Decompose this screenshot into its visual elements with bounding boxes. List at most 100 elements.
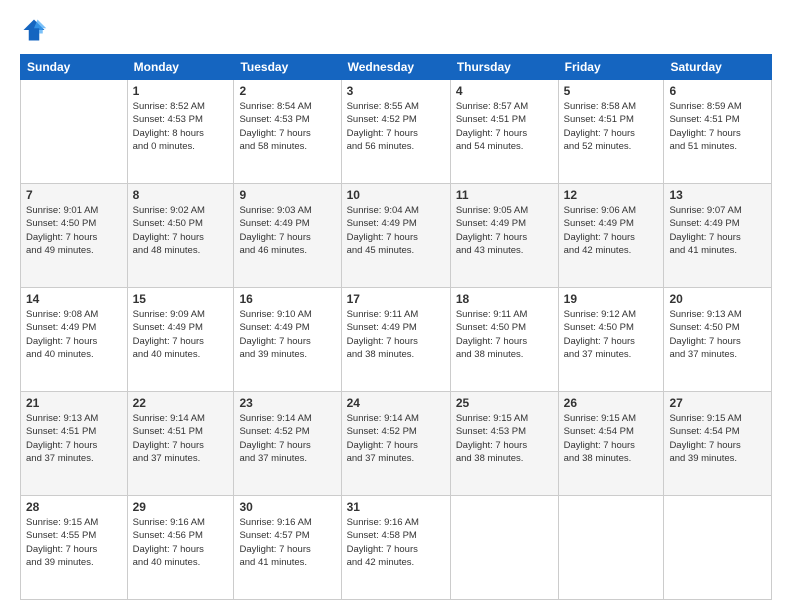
day-number: 17	[347, 292, 445, 306]
day-number: 26	[564, 396, 659, 410]
calendar-day-7: 7 Sunrise: 9:01 AMSunset: 4:50 PMDaylight…	[21, 184, 128, 288]
day-info: Sunrise: 8:58 AMSunset: 4:51 PMDaylight:…	[564, 100, 659, 153]
calendar-day-empty	[558, 496, 664, 600]
calendar-day-18: 18 Sunrise: 9:11 AMSunset: 4:50 PMDayligh…	[450, 288, 558, 392]
calendar-day-10: 10 Sunrise: 9:04 AMSunset: 4:49 PMDayligh…	[341, 184, 450, 288]
calendar-week-row: 1 Sunrise: 8:52 AMSunset: 4:53 PMDaylight…	[21, 80, 772, 184]
day-number: 20	[669, 292, 766, 306]
day-info: Sunrise: 9:13 AMSunset: 4:51 PMDaylight:…	[26, 412, 122, 465]
day-info: Sunrise: 9:16 AMSunset: 4:58 PMDaylight:…	[347, 516, 445, 569]
calendar-day-17: 17 Sunrise: 9:11 AMSunset: 4:49 PMDayligh…	[341, 288, 450, 392]
day-number: 13	[669, 188, 766, 202]
day-info: Sunrise: 9:02 AMSunset: 4:50 PMDaylight:…	[133, 204, 229, 257]
logo-icon	[20, 16, 48, 44]
calendar-week-row: 14 Sunrise: 9:08 AMSunset: 4:49 PMDayligh…	[21, 288, 772, 392]
day-number: 21	[26, 396, 122, 410]
day-number: 23	[239, 396, 335, 410]
day-number: 24	[347, 396, 445, 410]
calendar-day-8: 8 Sunrise: 9:02 AMSunset: 4:50 PMDaylight…	[127, 184, 234, 288]
day-number: 9	[239, 188, 335, 202]
day-info: Sunrise: 9:14 AMSunset: 4:52 PMDaylight:…	[347, 412, 445, 465]
calendar-day-28: 28Sunrise: 9:15 AMSunset: 4:55 PMDayligh…	[21, 496, 128, 600]
weekday-header-tuesday: Tuesday	[234, 55, 341, 80]
calendar-day-26: 26Sunrise: 9:15 AMSunset: 4:54 PMDayligh…	[558, 392, 664, 496]
day-info: Sunrise: 9:15 AMSunset: 4:54 PMDaylight:…	[669, 412, 766, 465]
day-number: 1	[133, 84, 229, 98]
day-info: Sunrise: 9:14 AMSunset: 4:51 PMDaylight:…	[133, 412, 229, 465]
day-info: Sunrise: 9:08 AMSunset: 4:49 PMDaylight:…	[26, 308, 122, 361]
calendar-day-empty	[664, 496, 772, 600]
day-info: Sunrise: 9:14 AMSunset: 4:52 PMDaylight:…	[239, 412, 335, 465]
calendar-day-1: 1 Sunrise: 8:52 AMSunset: 4:53 PMDaylight…	[127, 80, 234, 184]
calendar-day-24: 24 Sunrise: 9:14 AMSunset: 4:52 PMDayligh…	[341, 392, 450, 496]
day-info: Sunrise: 9:11 AMSunset: 4:50 PMDaylight:…	[456, 308, 553, 361]
calendar-day-9: 9Sunrise: 9:03 AMSunset: 4:49 PMDaylight…	[234, 184, 341, 288]
day-info: Sunrise: 9:01 AMSunset: 4:50 PMDaylight:…	[26, 204, 122, 257]
calendar-day-14: 14 Sunrise: 9:08 AMSunset: 4:49 PMDayligh…	[21, 288, 128, 392]
day-number: 7	[26, 188, 122, 202]
weekday-header-monday: Monday	[127, 55, 234, 80]
day-number: 22	[133, 396, 229, 410]
calendar-day-27: 27 Sunrise: 9:15 AMSunset: 4:54 PMDayligh…	[664, 392, 772, 496]
calendar-day-23: 23 Sunrise: 9:14 AMSunset: 4:52 PMDayligh…	[234, 392, 341, 496]
logo	[20, 16, 52, 44]
day-info: Sunrise: 8:52 AMSunset: 4:53 PMDaylight:…	[133, 100, 229, 153]
calendar-day-21: 21 Sunrise: 9:13 AMSunset: 4:51 PMDayligh…	[21, 392, 128, 496]
day-number: 12	[564, 188, 659, 202]
calendar-day-16: 16 Sunrise: 9:10 AMSunset: 4:49 PMDayligh…	[234, 288, 341, 392]
day-info: Sunrise: 9:09 AMSunset: 4:49 PMDaylight:…	[133, 308, 229, 361]
calendar-day-30: 30 Sunrise: 9:16 AMSunset: 4:57 PMDayligh…	[234, 496, 341, 600]
calendar-day-4: 4Sunrise: 8:57 AMSunset: 4:51 PMDaylight…	[450, 80, 558, 184]
day-info: Sunrise: 9:06 AMSunset: 4:49 PMDaylight:…	[564, 204, 659, 257]
calendar: SundayMondayTuesdayWednesdayThursdayFrid…	[20, 54, 772, 600]
weekday-header-saturday: Saturday	[664, 55, 772, 80]
day-info: Sunrise: 8:57 AMSunset: 4:51 PMDaylight:…	[456, 100, 553, 153]
day-number: 16	[239, 292, 335, 306]
day-info: Sunrise: 8:59 AMSunset: 4:51 PMDaylight:…	[669, 100, 766, 153]
day-info: Sunrise: 9:07 AMSunset: 4:49 PMDaylight:…	[669, 204, 766, 257]
day-number: 19	[564, 292, 659, 306]
weekday-header-thursday: Thursday	[450, 55, 558, 80]
day-info: Sunrise: 9:16 AMSunset: 4:57 PMDaylight:…	[239, 516, 335, 569]
calendar-day-5: 5 Sunrise: 8:58 AMSunset: 4:51 PMDaylight…	[558, 80, 664, 184]
day-info: Sunrise: 9:04 AMSunset: 4:49 PMDaylight:…	[347, 204, 445, 257]
day-info: Sunrise: 8:54 AMSunset: 4:53 PMDaylight:…	[239, 100, 335, 153]
day-number: 18	[456, 292, 553, 306]
calendar-day-13: 13 Sunrise: 9:07 AMSunset: 4:49 PMDayligh…	[664, 184, 772, 288]
page: SundayMondayTuesdayWednesdayThursdayFrid…	[0, 0, 792, 612]
day-number: 30	[239, 500, 335, 514]
calendar-day-25: 25 Sunrise: 9:15 AMSunset: 4:53 PMDayligh…	[450, 392, 558, 496]
day-number: 15	[133, 292, 229, 306]
day-info: Sunrise: 9:05 AMSunset: 4:49 PMDaylight:…	[456, 204, 553, 257]
calendar-day-12: 12 Sunrise: 9:06 AMSunset: 4:49 PMDayligh…	[558, 184, 664, 288]
calendar-week-row: 7 Sunrise: 9:01 AMSunset: 4:50 PMDaylight…	[21, 184, 772, 288]
day-info: Sunrise: 9:15 AMSunset: 4:53 PMDaylight:…	[456, 412, 553, 465]
day-info: Sunrise: 9:13 AMSunset: 4:50 PMDaylight:…	[669, 308, 766, 361]
day-number: 27	[669, 396, 766, 410]
calendar-day-15: 15 Sunrise: 9:09 AMSunset: 4:49 PMDayligh…	[127, 288, 234, 392]
weekday-header-wednesday: Wednesday	[341, 55, 450, 80]
header	[20, 16, 772, 44]
calendar-day-29: 29Sunrise: 9:16 AMSunset: 4:56 PMDayligh…	[127, 496, 234, 600]
day-info: Sunrise: 9:16 AMSunset: 4:56 PMDaylight:…	[133, 516, 229, 569]
day-info: Sunrise: 9:10 AMSunset: 4:49 PMDaylight:…	[239, 308, 335, 361]
day-number: 28	[26, 500, 122, 514]
day-number: 31	[347, 500, 445, 514]
calendar-day-6: 6 Sunrise: 8:59 AMSunset: 4:51 PMDaylight…	[664, 80, 772, 184]
day-number: 14	[26, 292, 122, 306]
weekday-header-sunday: Sunday	[21, 55, 128, 80]
calendar-day-19: 19 Sunrise: 9:12 AMSunset: 4:50 PMDayligh…	[558, 288, 664, 392]
calendar-header-row: SundayMondayTuesdayWednesdayThursdayFrid…	[21, 55, 772, 80]
day-number: 5	[564, 84, 659, 98]
day-number: 6	[669, 84, 766, 98]
day-info: Sunrise: 9:11 AMSunset: 4:49 PMDaylight:…	[347, 308, 445, 361]
weekday-header-friday: Friday	[558, 55, 664, 80]
day-info: Sunrise: 8:55 AMSunset: 4:52 PMDaylight:…	[347, 100, 445, 153]
day-number: 10	[347, 188, 445, 202]
calendar-day-3: 3 Sunrise: 8:55 AMSunset: 4:52 PMDaylight…	[341, 80, 450, 184]
day-number: 3	[347, 84, 445, 98]
day-number: 8	[133, 188, 229, 202]
day-number: 25	[456, 396, 553, 410]
day-info: Sunrise: 9:12 AMSunset: 4:50 PMDaylight:…	[564, 308, 659, 361]
calendar-day-2: 2Sunrise: 8:54 AMSunset: 4:53 PMDaylight…	[234, 80, 341, 184]
